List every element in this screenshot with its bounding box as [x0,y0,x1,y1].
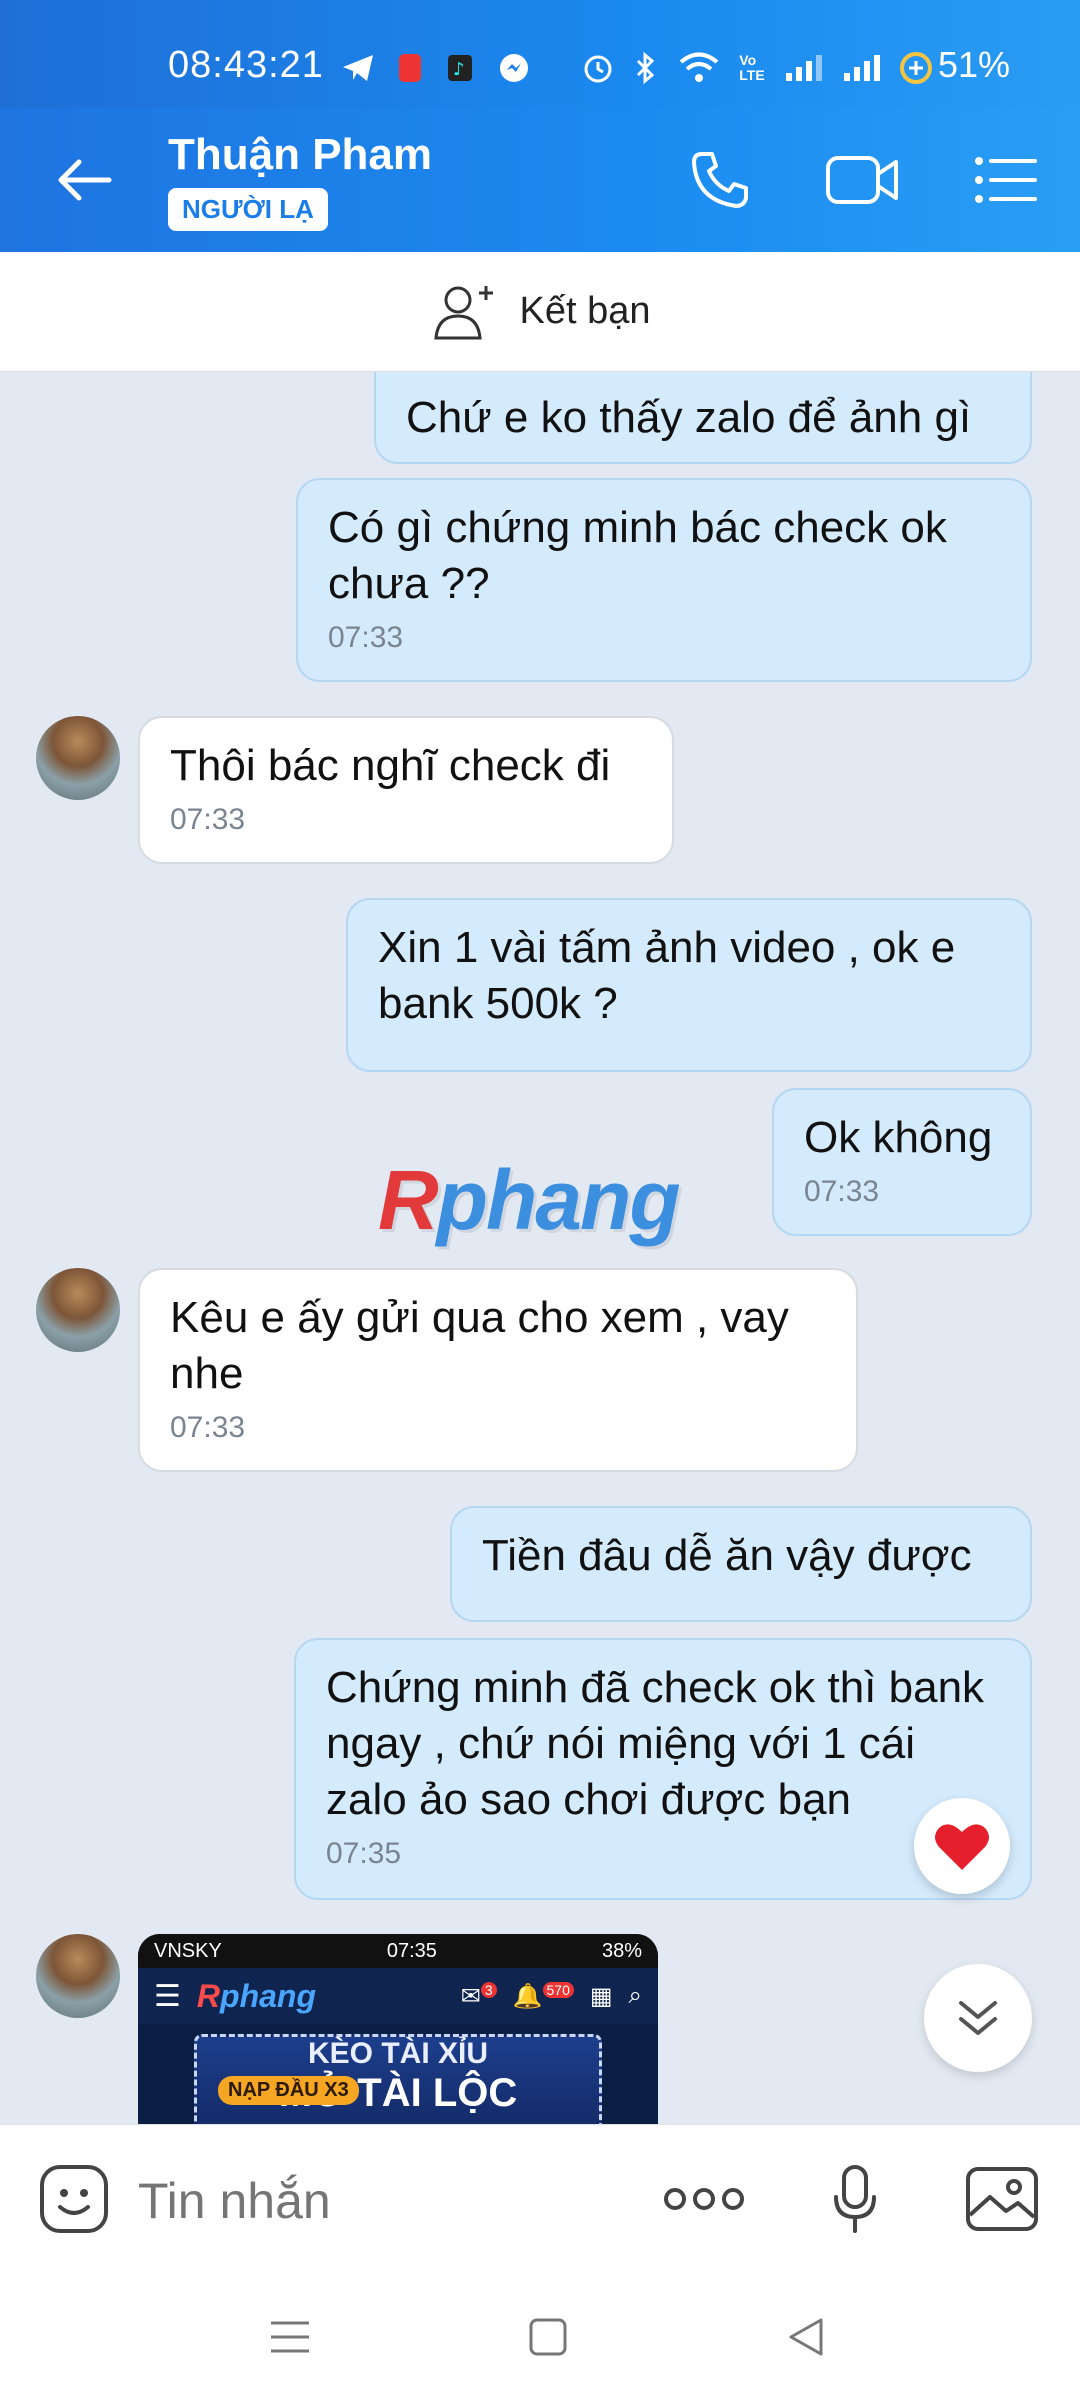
image-time: 07:35 [386,1939,437,1962]
bell-badge: 570 [542,1981,574,1998]
message-text: Có gì chứng minh bác check ok chưa ?? [328,503,947,608]
message-bubble[interactable]: Thôi bác nghĩ check đi 07:33 [138,716,674,864]
message-bubble[interactable]: Xin 1 vài tấm ảnh video , ok e bank 500k… [346,898,1032,1072]
image-message[interactable]: VNSKY 07:35 38% ☰ Rphang ✉ 3 🔔 570 ▦ ⌕ KÈO… [138,1934,658,2124]
double-chevron-down-icon [959,2001,997,2035]
status-bar: 08:43:21 ♪ Vo LTE 51% [0,0,1080,108]
video-call-icon [826,156,898,204]
message-time: 07:33 [804,1175,880,1208]
avatar[interactable] [36,1934,120,2018]
battery-saver-icon [896,48,936,88]
app-icon [392,48,428,88]
bluetooth-icon [628,48,664,88]
recent-apps-icon [271,2321,309,2353]
signal-icon [782,48,826,88]
mail-icon: ✉ 3 [461,1981,497,2011]
chat-header: Thuận Pham NGƯỜI LẠ [0,108,1080,252]
call-button[interactable] [682,146,758,214]
contact-name[interactable]: Thuận Pham [168,130,432,180]
back-arrow-icon [58,159,112,201]
bell-icon: 🔔 570 [513,1981,574,2011]
status-time: 08:43:21 [168,44,324,86]
message-bubble[interactable]: Chứ e ko thấy zalo để ảnh gì [374,372,1032,464]
heart-reaction-button[interactable] [914,1798,1010,1894]
voice-message-button[interactable] [820,2161,890,2237]
tiktok-icon: ♪ [442,48,478,88]
message-text: Tiền đâu dễ ăn vậy được [482,1531,972,1580]
store-icon: ▦ [589,1982,613,2010]
back-nav-button[interactable] [766,2302,846,2372]
stranger-badge: NGƯỜI LẠ [168,188,328,231]
battery-percentage: 51% [938,44,1011,85]
message-time: 07:33 [328,621,404,654]
options-menu-button[interactable] [968,146,1044,214]
avatar[interactable] [36,1268,120,1352]
mail-badge: 3 [480,1981,497,1998]
alarm-icon [578,48,618,88]
add-friend-bar[interactable]: Kết bạn [0,252,1080,372]
volte-icon: Vo LTE [739,52,765,83]
microphone-icon [834,2165,876,2233]
message-text: Chứ e ko thấy zalo để ảnh gì [406,393,972,442]
scroll-to-bottom-button[interactable] [924,1964,1032,2072]
message-time: 07:33 [170,1411,246,1444]
emoji-icon [40,2165,108,2233]
message-time: 07:35 [326,1837,402,1870]
search-icon: ⌕ [628,1982,642,2009]
image-app-nav: ☰ Rphang ✉ 3 🔔 570 ▦ ⌕ [138,1968,658,2024]
message-input[interactable] [138,2169,618,2233]
telegram-icon [338,48,378,88]
menu-icon [975,157,1037,203]
message-text: Chứng minh đã check ok thì bank ngay , c… [326,1663,985,1824]
more-options-button[interactable] [660,2161,748,2237]
message-text: Ok không [804,1113,993,1162]
message-bubble[interactable]: Có gì chứng minh bác check ok chưa ?? 07… [296,478,1032,682]
video-call-button[interactable] [824,146,900,214]
more-icon [664,2188,744,2210]
signal-icon [840,48,884,88]
hamburger-icon: ☰ [154,1979,181,2013]
message-text: Thôi bác nghĩ check đi [170,741,611,790]
message-text: Xin 1 vài tấm ảnh video , ok e bank 500k… [378,923,956,1028]
watermark-logo: Rphang [378,1153,681,1247]
image-carrier: VNSKY [154,1939,222,1962]
message-bubble[interactable]: Ok không 07:33 [772,1088,1032,1236]
add-friend-label: Kết bạn [519,290,651,332]
heart-icon [935,1824,989,1870]
message-bubble[interactable]: Tiền đâu dễ ăn vậy được [450,1506,1032,1622]
message-text: Kêu e ấy gửi qua cho xem , vay nhe [170,1293,789,1398]
home-icon [529,2318,567,2356]
gallery-button[interactable] [962,2161,1042,2237]
message-time: 07:33 [170,803,246,836]
back-button[interactable] [44,148,124,212]
message-input-bar [0,2124,1080,2272]
emoji-button[interactable] [36,2161,112,2237]
gallery-icon [966,2167,1038,2231]
image-battery: 38% [601,1939,642,1962]
messenger-icon [496,48,532,88]
system-nav-bar [0,2272,1080,2400]
recent-apps-button[interactable] [250,2302,330,2372]
image-logo: Rphang [196,1977,316,2014]
image-promo-tag: NẠP ĐẦU X3 [218,2076,359,2105]
message-bubble[interactable]: Kêu e ấy gửi qua cho xem , vay nhe 07:33 [138,1268,858,1472]
svg-text:♪: ♪ [453,59,465,80]
back-icon [789,2318,823,2356]
add-friend-icon [433,285,493,339]
home-button[interactable] [508,2302,588,2372]
wifi-icon [676,48,722,88]
image-status-bar: VNSKY 07:35 38% [138,1934,658,1968]
avatar[interactable] [36,716,120,800]
phone-icon [692,152,748,208]
